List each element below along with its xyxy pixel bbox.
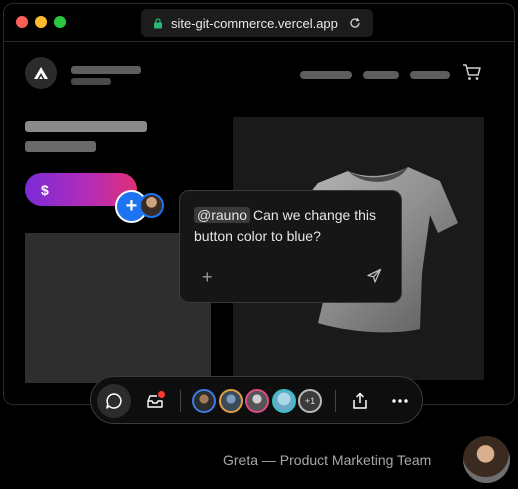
reload-icon[interactable] — [349, 17, 361, 29]
toolbar-divider — [335, 390, 336, 412]
mention-tag[interactable]: @rauno — [194, 207, 251, 223]
share-button[interactable] — [343, 384, 377, 418]
avatar[interactable] — [245, 389, 269, 413]
lock-icon — [154, 17, 162, 28]
ellipsis-icon — [392, 399, 408, 403]
avatar[interactable] — [219, 389, 243, 413]
url-text: site-git-commerce.vercel.app — [171, 15, 338, 31]
cart-icon[interactable] — [462, 63, 482, 81]
product-title-placeholder — [25, 121, 147, 132]
presenter-avatar — [463, 436, 510, 483]
maximize-window-button[interactable] — [54, 16, 66, 28]
close-window-button[interactable] — [16, 16, 28, 28]
triangle-logo-icon[interactable] — [25, 57, 57, 89]
plus-icon: + — [125, 195, 138, 217]
address-bar[interactable]: site-git-commerce.vercel.app — [141, 9, 373, 37]
avatar[interactable] — [139, 193, 164, 218]
more-participants-count[interactable]: +1 — [298, 389, 322, 413]
toolbar-divider — [180, 390, 181, 412]
more-button[interactable] — [383, 384, 417, 418]
nav-link-placeholder[interactable] — [300, 71, 352, 79]
notification-badge — [158, 391, 165, 398]
comment-icon — [106, 393, 122, 409]
nav-link-placeholder[interactable] — [410, 71, 450, 79]
brand-tagline-placeholder — [71, 78, 111, 85]
attach-plus-icon[interactable]: + — [202, 267, 213, 288]
comment-text[interactable]: @rauno Can we change this button color to… — [194, 205, 387, 247]
minimize-window-button[interactable] — [35, 16, 47, 28]
inbox-button[interactable] — [138, 384, 172, 418]
browser-titlebar: site-git-commerce.vercel.app — [4, 4, 514, 42]
product-price-placeholder — [25, 141, 96, 152]
share-icon — [353, 392, 367, 409]
brand-name-placeholder — [71, 66, 141, 74]
pay-button-label: $ — [41, 181, 49, 198]
avatar[interactable] — [272, 389, 296, 413]
comment-button[interactable] — [97, 384, 131, 418]
comment-popover[interactable]: @rauno Can we change this button color to… — [179, 190, 402, 303]
avatar[interactable] — [192, 389, 216, 413]
presenter-caption: Greta — Product Marketing Team — [223, 452, 432, 468]
collaboration-toolbar: +1 — [90, 376, 423, 424]
send-icon[interactable] — [366, 268, 382, 284]
nav-link-placeholder[interactable] — [363, 71, 399, 79]
